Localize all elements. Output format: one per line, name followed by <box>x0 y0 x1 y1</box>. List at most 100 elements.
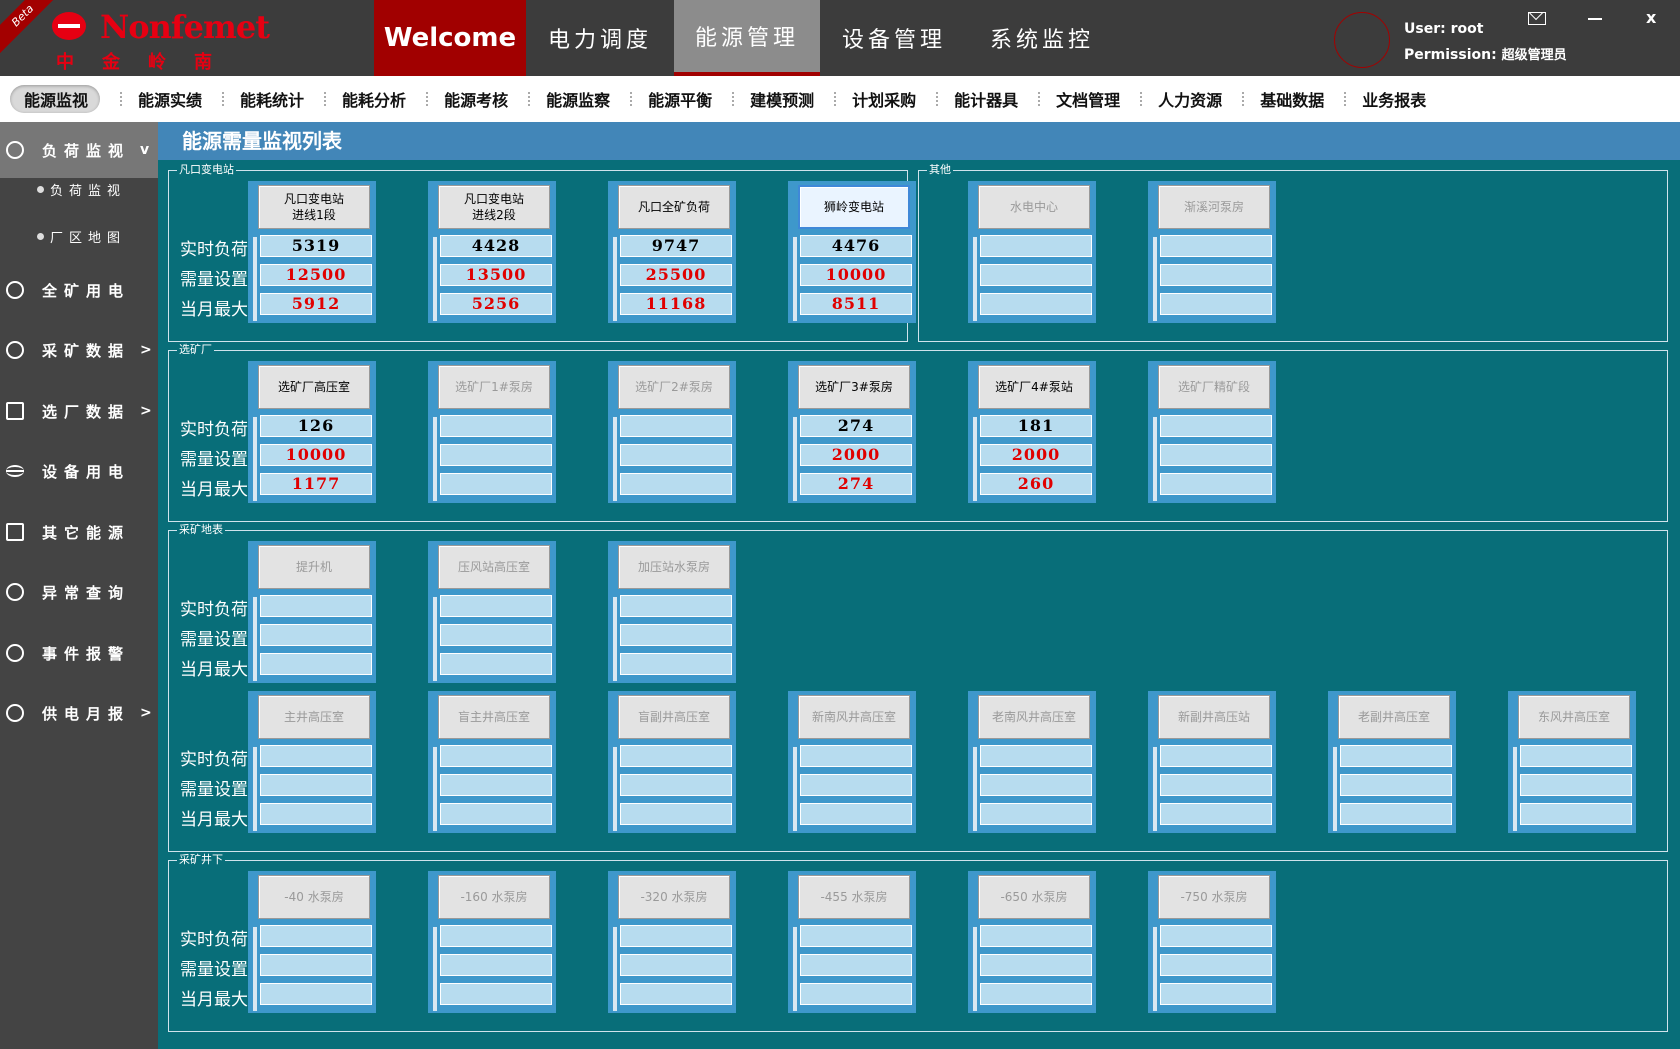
subnav-document-management[interactable]: 文档管理 <box>1038 85 1120 113</box>
realtime-load-value <box>620 925 732 947</box>
subnav-energy-actual[interactable]: 能源实绩 <box>120 85 202 113</box>
station-name-button[interactable]: 新南风井高压室 <box>798 695 910 739</box>
station-card: 主井高压室 <box>248 691 376 833</box>
demand-setting-value: 10000 <box>260 444 372 466</box>
realtime-load-value <box>260 595 372 617</box>
subnav-plan-procurement[interactable]: 计划采购 <box>834 85 916 113</box>
station-card: 盲副井高压室 <box>608 691 736 833</box>
tab-energy-management[interactable]: 能源管理 <box>674 0 820 76</box>
sidebar-item-equipment-power[interactable]: 设备用电 <box>0 443 158 499</box>
station-name-button[interactable]: -650 水泵房 <box>978 875 1090 919</box>
station-card: 压风站高压室 <box>428 541 556 683</box>
label-demand-setting: 需量设置 <box>180 960 248 980</box>
sidebar-item-mining-data[interactable]: 采矿数据 > <box>0 322 158 378</box>
demand-setting-value: 12500 <box>260 264 372 286</box>
subnav-energy-inspection[interactable]: 能源监察 <box>528 85 610 113</box>
subnav-business-reports[interactable]: 业务报表 <box>1344 85 1426 113</box>
station-name-button[interactable]: 加压站水泵房 <box>618 545 730 589</box>
station-name-button[interactable]: 压风站高压室 <box>438 545 550 589</box>
sidebar-item-event-alarm[interactable]: 事件报警 <box>0 625 158 681</box>
location-pin-icon <box>6 341 24 359</box>
minimize-icon[interactable] <box>1588 18 1602 20</box>
station-name-button[interactable]: 渐溪河泵房 <box>1158 185 1270 229</box>
station-name-button[interactable]: 选矿厂1#泵房 <box>438 365 550 409</box>
label-realtime-load: 实时负荷 <box>180 750 248 770</box>
station-name-button[interactable]: -320 水泵房 <box>618 875 730 919</box>
sidebar-subitem-plant-map[interactable]: 厂区地图 <box>0 218 158 254</box>
subnav-human-resources[interactable]: 人力资源 <box>1140 85 1222 113</box>
close-icon[interactable]: x <box>1646 8 1656 27</box>
station-name-button[interactable]: 老南风井高压室 <box>978 695 1090 739</box>
subnav-modeling-forecast[interactable]: 建模预测 <box>732 85 814 113</box>
sidebar-item-mine-power[interactable]: 全矿用电 <box>0 262 158 318</box>
subnav-consumption-analysis[interactable]: 能耗分析 <box>324 85 406 113</box>
subnav-item-icon <box>834 92 846 106</box>
realtime-load-value: 5319 <box>260 235 372 257</box>
monthly-max-value <box>1160 293 1272 315</box>
demand-setting-value <box>1160 774 1272 796</box>
sidebar-item-plant-data[interactable]: 选厂数据 > <box>0 383 158 439</box>
subnav-basic-data[interactable]: 基础数据 <box>1242 85 1324 113</box>
subnav-consumption-stats[interactable]: 能耗统计 <box>222 85 304 113</box>
sidebar-item-supply-monthly[interactable]: 供电月报 > <box>0 685 158 741</box>
demand-setting-value <box>980 954 1092 976</box>
station-name-button[interactable]: 选矿厂3#泵房 <box>798 365 910 409</box>
station-name-button[interactable]: 选矿厂4#泵站 <box>978 365 1090 409</box>
station-name-button[interactable]: -455 水泵房 <box>798 875 910 919</box>
station-name-button[interactable]: 东风井高压室 <box>1518 695 1630 739</box>
station-name-button[interactable]: 提升机 <box>258 545 370 589</box>
station-name-button[interactable]: 选矿厂高压室 <box>258 365 370 409</box>
group-title: 凡口变电站 <box>177 163 236 177</box>
station-name-button[interactable]: 老副井高压室 <box>1338 695 1450 739</box>
station-name-button[interactable]: 盲副井高压室 <box>618 695 730 739</box>
realtime-load-value: 126 <box>260 415 372 437</box>
sidebar-item-anomaly-query[interactable]: 异常查询 <box>0 564 158 620</box>
station-name-button[interactable]: 凡口变电站 进线1段 <box>258 185 370 229</box>
station-name-button[interactable]: 凡口全矿负荷 <box>618 185 730 229</box>
subnav-energy-assessment[interactable]: 能源考核 <box>426 85 508 113</box>
monthly-max-value <box>440 653 552 675</box>
label-monthly-max: 当月最大 <box>180 480 248 500</box>
group-mining-underground: 采矿井下 <box>168 853 1668 1032</box>
subnav-item-icon <box>936 92 948 106</box>
sidebar-item-label: 供电月报 <box>42 704 131 723</box>
demand-setting-value: 13500 <box>440 264 552 286</box>
tab-power-dispatch[interactable]: 电力调度 <box>526 0 674 76</box>
subnav-metering-instruments[interactable]: 能计器具 <box>936 85 1018 113</box>
station-name-button[interactable]: 选矿厂精矿段 <box>1158 365 1270 409</box>
subnav-item-icon <box>528 92 540 106</box>
realtime-load-value: 4476 <box>800 235 912 257</box>
sidebar-item-other-energy[interactable]: 其它能源 <box>0 504 158 560</box>
label-demand-setting: 需量设置 <box>180 270 248 290</box>
station-name-button[interactable]: -750 水泵房 <box>1158 875 1270 919</box>
realtime-load-value <box>1160 925 1272 947</box>
station-name-button[interactable]: 盲主井高压室 <box>438 695 550 739</box>
station-name-button[interactable]: 狮岭变电站 <box>798 185 910 229</box>
monthly-max-value <box>440 473 552 495</box>
station-name-button[interactable]: 新副井高压站 <box>1158 695 1270 739</box>
station-name-button[interactable]: 凡口变电站 进线2段 <box>438 185 550 229</box>
globe-icon <box>6 583 24 601</box>
group-title: 采矿地表 <box>177 523 225 537</box>
label-monthly-max: 当月最大 <box>180 660 248 680</box>
sidebar-subitem-load-monitor-sub[interactable]: 负荷监视 <box>0 171 158 207</box>
mail-icon[interactable] <box>1528 12 1546 25</box>
sidebar-item-load-monitor[interactable]: 负荷监视 v <box>0 122 158 178</box>
globe-icon <box>6 141 24 159</box>
station-name-button[interactable]: 水电中心 <box>978 185 1090 229</box>
label-demand-setting: 需量设置 <box>180 780 248 800</box>
sidebar-item-label: 设备用电 <box>42 462 131 481</box>
demand-setting-value <box>260 954 372 976</box>
tab-equipment-management[interactable]: 设备管理 <box>820 0 968 76</box>
tab-welcome[interactable]: Welcome <box>374 0 526 76</box>
station-name-button[interactable]: -40 水泵房 <box>258 875 370 919</box>
subnav-energy-balance[interactable]: 能源平衡 <box>630 85 712 113</box>
station-card: -455 水泵房 <box>788 871 916 1013</box>
avatar[interactable] <box>1334 12 1390 68</box>
subnav-energy-monitor[interactable]: 能源监视 <box>10 85 101 113</box>
station-name-button[interactable]: 选矿厂2#泵房 <box>618 365 730 409</box>
tab-system-monitoring[interactable]: 系统监控 <box>968 0 1116 76</box>
station-name-button[interactable]: 主井高压室 <box>258 695 370 739</box>
subnav-item-label: 能源监察 <box>546 91 611 110</box>
station-name-button[interactable]: -160 水泵房 <box>438 875 550 919</box>
